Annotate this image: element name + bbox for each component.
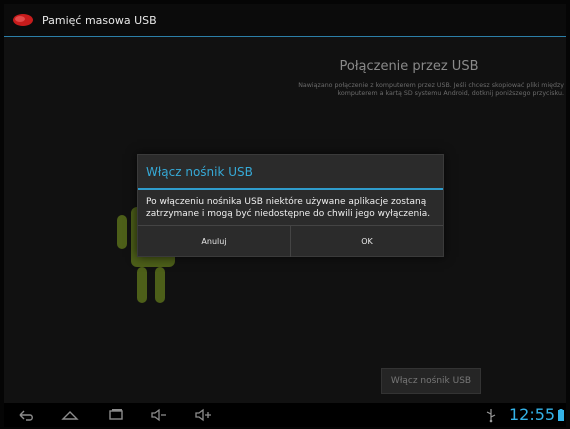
usb-connection-description: Nawiązano połączenie z komputerem przez … <box>298 82 564 97</box>
dialog-title: Włącz nośnik USB <box>146 165 253 179</box>
clock: 12:55 <box>509 405 556 424</box>
dialog-divider <box>138 188 443 190</box>
dialog-button-bar: Anuluj OK <box>138 225 443 257</box>
usb-connection-title: Połączenie przez USB <box>339 59 479 74</box>
dialog-message: Po włączeniu nośnika USB niektóre używan… <box>146 197 431 219</box>
back-icon[interactable] <box>16 407 36 423</box>
volume-up-icon[interactable] <box>193 407 213 423</box>
ok-button[interactable]: OK <box>290 226 443 257</box>
action-bar: Pamięć masowa USB <box>4 4 566 37</box>
usb-icon <box>486 409 496 423</box>
battery-icon <box>558 409 564 421</box>
cancel-button[interactable]: Anuluj <box>138 226 290 257</box>
device-frame: Pamięć masowa USB Połączenie przez USB N… <box>0 0 570 429</box>
enable-usb-storage-button[interactable]: Włącz nośnik USB <box>381 368 481 394</box>
home-icon[interactable] <box>60 407 80 423</box>
app-title: Pamięć masowa USB <box>42 13 157 27</box>
recent-apps-icon[interactable] <box>106 407 126 423</box>
app-icon <box>13 14 33 26</box>
system-navigation-bar: 12:55 <box>4 403 566 427</box>
volume-down-icon[interactable] <box>149 407 169 423</box>
enable-usb-dialog: Włącz nośnik USB Po włączeniu nośnika US… <box>137 154 444 257</box>
